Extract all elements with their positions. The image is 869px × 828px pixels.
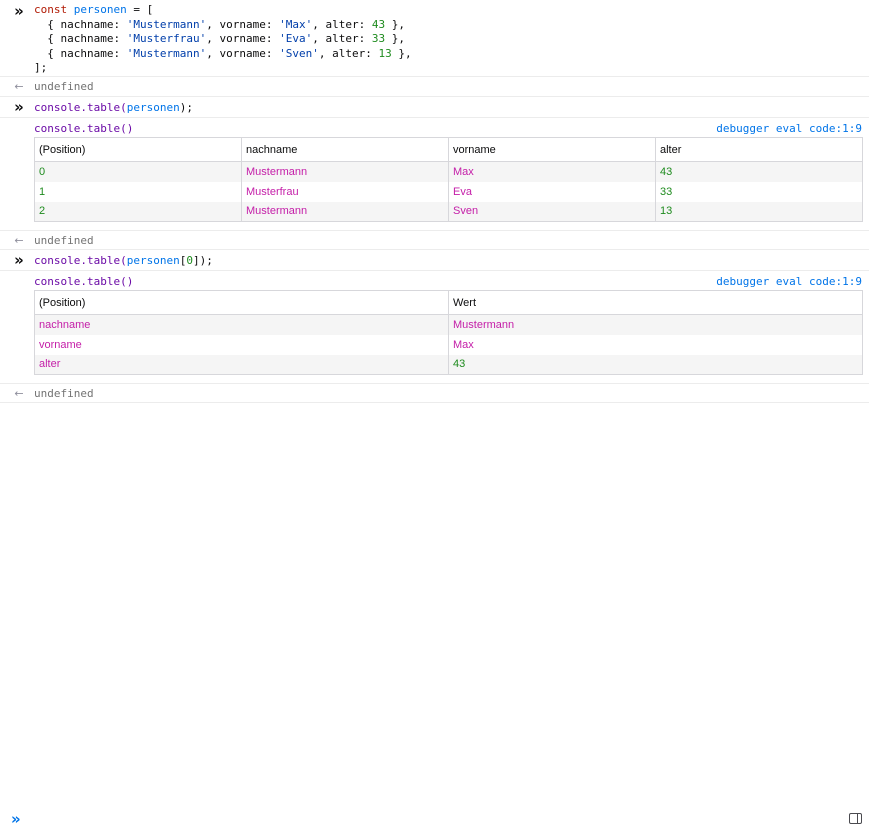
result-entry: ← undefined <box>0 383 869 403</box>
table-row: alter 43 <box>34 354 863 375</box>
table-title: console.table() <box>34 122 134 135</box>
table-cell: Mustermann <box>241 201 449 222</box>
table-row: vorname Max <box>34 334 863 355</box>
sidebar-toggle-icon[interactable] <box>849 813 862 824</box>
index-cell: vorname <box>34 334 449 355</box>
table-cell: Sven <box>448 201 656 222</box>
table-cell: 33 <box>655 181 863 202</box>
table-cell: Musterfrau <box>241 181 449 202</box>
index-cell: 1 <box>34 181 242 202</box>
command-code[interactable]: console.table(personen[0]); <box>34 254 213 269</box>
source-link[interactable]: debugger eval code:1:9 <box>716 122 862 135</box>
double-chevron-right-icon: » <box>11 810 21 828</box>
table-row: nachname Mustermann <box>34 314 863 335</box>
result-entry: ← undefined <box>0 230 869 250</box>
table-cell: Max <box>448 334 863 355</box>
table-cell: 43 <box>655 161 863 182</box>
column-header[interactable]: (Position) <box>34 137 242 162</box>
column-header[interactable]: vorname <box>448 137 656 162</box>
index-cell: 0 <box>34 161 242 182</box>
table-cell: 43 <box>448 354 863 375</box>
double-chevron-right-icon: » <box>14 98 24 116</box>
index-cell: alter <box>34 354 449 375</box>
console-input-entry: » console.table(personen[0]); <box>0 250 869 271</box>
table-header-row: (Position) Wert <box>34 290 863 315</box>
command-code[interactable]: const personen = [ { nachname: 'Musterma… <box>34 3 412 76</box>
column-header[interactable]: (Position) <box>34 290 449 315</box>
column-header[interactable]: nachname <box>241 137 449 162</box>
console-input[interactable]: » <box>0 403 869 828</box>
console-table: (Position) nachname vorname alter 0 Must… <box>34 137 863 222</box>
double-chevron-right-icon: » <box>14 2 24 20</box>
table-cell: Mustermann <box>448 314 863 335</box>
index-cell: 2 <box>34 201 242 222</box>
table-title: console.table() <box>34 275 134 288</box>
source-link[interactable]: debugger eval code:1:9 <box>716 275 862 288</box>
console-input-entry: » const personen = [ { nachname: 'Muster… <box>0 0 869 77</box>
console-table: (Position) Wert nachname Mustermann vorn… <box>34 290 863 375</box>
result-entry: ← undefined <box>0 77 869 97</box>
column-header[interactable]: alter <box>655 137 863 162</box>
table-cell: Mustermann <box>241 161 449 182</box>
table-row: 1 Musterfrau Eva 33 <box>34 181 863 202</box>
arrow-left-icon: ← <box>14 80 24 93</box>
table-output-entry: console.table() debugger eval code:1:9 (… <box>0 271 869 383</box>
arrow-left-icon: ← <box>14 234 24 247</box>
table-row: 0 Mustermann Max 43 <box>34 161 863 182</box>
result-value: undefined <box>34 234 94 247</box>
table-header-row: (Position) nachname vorname alter <box>34 137 863 162</box>
result-value: undefined <box>34 387 94 400</box>
index-cell: nachname <box>34 314 449 335</box>
column-header[interactable]: Wert <box>448 290 863 315</box>
table-row: 2 Mustermann Sven 13 <box>34 201 863 222</box>
arrow-left-icon: ← <box>14 387 24 400</box>
table-cell: Eva <box>448 181 656 202</box>
table-output-entry: console.table() debugger eval code:1:9 (… <box>0 118 869 230</box>
table-cell: Max <box>448 161 656 182</box>
table-cell: 13 <box>655 201 863 222</box>
command-code[interactable]: console.table(personen); <box>34 101 193 116</box>
double-chevron-right-icon: » <box>14 251 24 269</box>
result-value: undefined <box>34 80 94 93</box>
console-input-entry: » console.table(personen); <box>0 97 869 118</box>
